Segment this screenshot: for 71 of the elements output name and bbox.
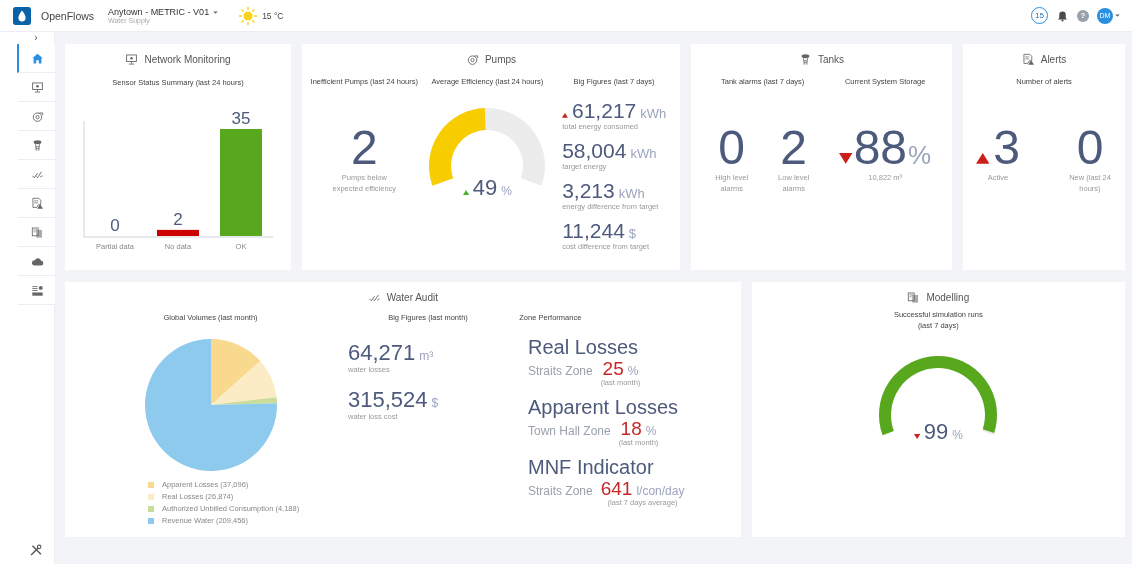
unit-label: m³	[419, 350, 434, 362]
unit-label: kWh	[630, 147, 657, 160]
figure-value: 0	[718, 124, 746, 172]
app-name: OpenFlows	[41, 9, 95, 22]
figure-value: 88	[853, 124, 908, 172]
figure-value: 61,217	[572, 100, 637, 121]
figure-value: 2	[350, 124, 378, 172]
card-title: Alerts	[1040, 53, 1067, 65]
pump-icon	[465, 52, 479, 66]
figure-value: 2	[780, 124, 808, 172]
figure-value: 49	[472, 177, 498, 200]
zone-name: Town Hall Zone	[528, 424, 611, 438]
figure-value: 3	[993, 124, 1021, 172]
documents-icon	[30, 225, 44, 239]
zone-value: 641	[600, 479, 633, 498]
bar-value-label: 2	[173, 209, 183, 229]
document-warning-icon	[1021, 52, 1035, 66]
project-name[interactable]: Anytown - METRIC - V01	[108, 7, 210, 17]
notifications-icon[interactable]	[1056, 9, 1069, 22]
bar-value-label: 0	[110, 216, 120, 235]
card-title: Water Audit	[386, 291, 438, 303]
logo-icon	[13, 6, 31, 25]
sidebar-item[interactable]	[17, 218, 55, 247]
sidebar-item[interactable]	[17, 247, 55, 276]
zone-metric-title: Real Losses	[528, 336, 640, 359]
card-title: Modelling	[926, 291, 970, 303]
bar	[157, 229, 199, 236]
sun-icon	[238, 5, 259, 26]
unit-label: %	[908, 142, 932, 168]
report-icon	[30, 283, 44, 297]
card-title: Pumps	[484, 53, 517, 65]
monitor-icon	[30, 80, 44, 94]
unit-label: %	[501, 185, 512, 198]
figure-value: 315,524	[348, 389, 428, 412]
card-title: Tanks	[817, 53, 845, 65]
unit-label: %	[645, 424, 657, 438]
bar-value-label: 35	[231, 109, 251, 128]
figure-value: 99	[923, 420, 949, 443]
unit-label: l/con/day	[636, 484, 685, 498]
figure-value: 58,004	[562, 140, 627, 161]
figure-value: 0	[1076, 124, 1104, 172]
unit-label: kWh	[618, 187, 645, 200]
zone-name: Straits Zone	[528, 364, 593, 378]
figure-value: 64,271	[348, 342, 416, 364]
figure-value: 3,213	[562, 180, 615, 201]
zone-metric-title: MNF Indicator	[528, 456, 655, 479]
zone-value: 18	[620, 419, 642, 438]
unit-label: $	[431, 397, 439, 410]
sidebar-item[interactable]	[17, 102, 55, 131]
zone-name: Straits Zone	[528, 484, 593, 498]
document-warning-icon	[30, 196, 44, 210]
unit-label: kWh	[640, 107, 667, 120]
zone-value: 25	[602, 359, 624, 378]
monitor-icon	[125, 52, 139, 66]
documents-icon	[907, 290, 921, 304]
sidebar-item[interactable]	[17, 44, 55, 73]
tools-icon	[29, 543, 43, 557]
unit-label: %	[952, 428, 963, 441]
sidebar-item[interactable]	[17, 131, 55, 160]
sidebar-item[interactable]	[17, 73, 55, 102]
card-title: Network Monitoring	[144, 53, 231, 65]
sidebar-toggle[interactable]: ›	[17, 32, 55, 44]
temperature: 15 °C	[262, 10, 284, 21]
figure-value: 11,244	[562, 220, 625, 241]
home-icon	[30, 51, 44, 65]
unit-label: $	[628, 227, 637, 240]
zone-metric-title: Apparent Losses	[528, 396, 680, 419]
sidebar-item[interactable]	[17, 276, 55, 305]
unit-label: %	[627, 364, 639, 378]
sidebar-item[interactable]	[17, 189, 55, 218]
pump-icon	[30, 109, 44, 123]
